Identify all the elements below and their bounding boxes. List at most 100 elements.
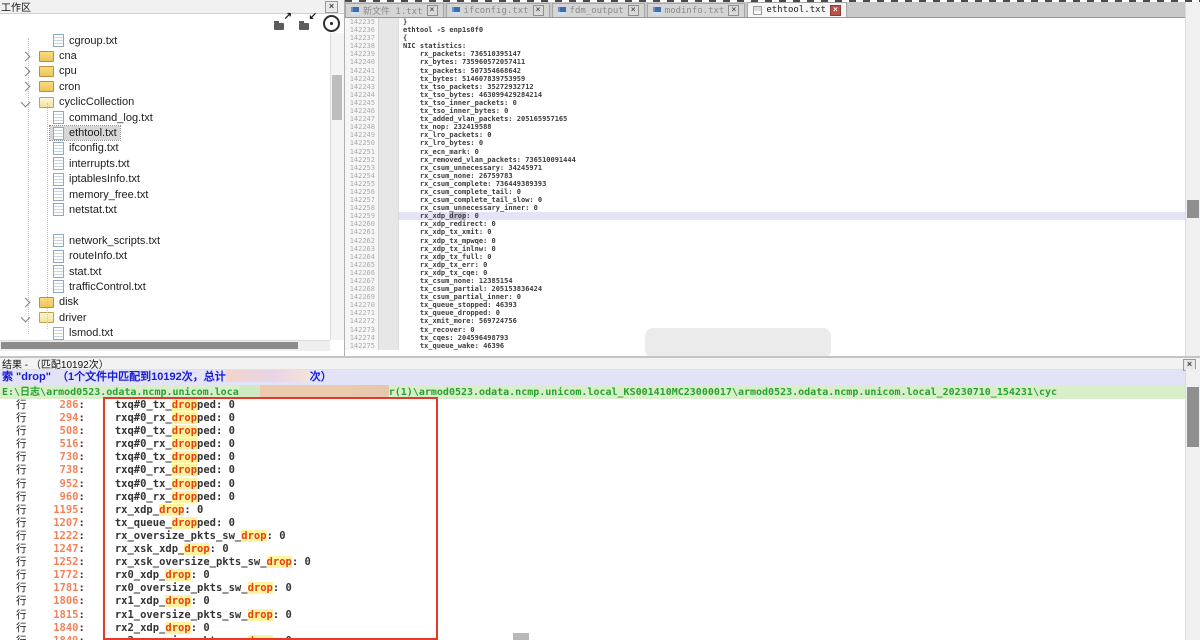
editor-tab[interactable]: ifconfig.txt× <box>446 3 550 17</box>
result-row[interactable]: 行738:rxq#0_rx_dropped: 0 <box>0 464 1184 477</box>
tree-item-cpu[interactable]: cpu <box>0 64 330 79</box>
editor-vertical-scrollbar[interactable] <box>1185 2 1200 356</box>
result-row[interactable]: 行960:rxq#0_rx_dropped: 0 <box>0 491 1184 504</box>
search-match-highlight: drop <box>172 517 197 529</box>
result-row[interactable]: 行730:txq#0_tx_dropped: 0 <box>0 451 1184 464</box>
tree-item-labelwrap: cron <box>36 80 83 94</box>
result-row[interactable]: 行1195:rx_xdp_drop: 0 <box>0 504 1184 517</box>
editor-line: 142249 rx_lro_packets: 0 <box>345 131 1186 139</box>
tree-item-cyclicCollection[interactable]: cyclicCollection <box>0 95 330 110</box>
bookmark-margin <box>378 204 399 212</box>
editor-tab[interactable]: ethtool.txt× <box>747 2 847 17</box>
result-row[interactable]: 行1840:rx2_xdp_drop: 0 <box>0 622 1184 635</box>
results-vertical-scrollbar-thumb[interactable] <box>1187 387 1199 447</box>
expand-all-icon[interactable]: ↗ <box>273 16 290 30</box>
tree-item-network_scripts.txt[interactable]: network_scripts.txt <box>0 233 330 248</box>
line-number: 142245 <box>345 99 378 107</box>
tree-vertical-scrollbar[interactable] <box>330 33 344 340</box>
result-text: rx_xsk_oversize_pkts_sw_drop: 0 <box>115 556 311 569</box>
tree-item-cron[interactable]: cron <box>0 79 330 94</box>
tree-item-label: ifconfig.txt <box>69 142 119 154</box>
result-row[interactable]: 行516:rxq#0_rx_dropped: 0 <box>0 438 1184 451</box>
tree-item-iptablesInfo.txt[interactable]: iptablesInfo.txt <box>0 172 330 187</box>
tree-item-disk[interactable]: disk <box>0 295 330 310</box>
bookmark-margin <box>378 18 399 26</box>
editor-line: 142244 tx_tso_bytes: 463099429284214 <box>345 91 1186 99</box>
editor-tab[interactable]: modinfo.txt× <box>647 3 746 17</box>
result-row[interactable]: 行1207:tx_queue_dropped: 0 <box>0 517 1184 530</box>
result-row[interactable]: 行1247:rx_xsk_xdp_drop: 0 <box>0 543 1184 556</box>
tree-item-trafficControl.txt[interactable]: trafficControl.txt <box>0 279 330 294</box>
result-colon: : <box>79 595 85 608</box>
tree-item-labelwrap: ethtool.txt <box>50 126 120 140</box>
editor-text-area[interactable]: 142235}142236ethtool -S enp1s0f0142237{1… <box>345 18 1186 356</box>
tree-item-label: driver <box>59 312 87 324</box>
bookmark-margin <box>378 309 399 317</box>
tree-item-interrupts.txt[interactable]: interrupts.txt <box>0 156 330 171</box>
line-number: 142257 <box>345 196 378 204</box>
result-row[interactable]: 行1815:rx1_oversize_pkts_sw_drop: 0 <box>0 609 1184 622</box>
editor-line: 142266 rx_xdp_tx_cqe: 0 <box>345 269 1186 277</box>
tree-item-stat.txt[interactable]: stat.txt <box>0 264 330 279</box>
result-row[interactable]: 行1849:rx2_oversize_pkts_sw_drop: 0 <box>0 635 1184 640</box>
line-text: rx_xdp_tx_cqe: 0 <box>399 269 1186 277</box>
tree-horizontal-scrollbar[interactable] <box>0 340 330 351</box>
tab-close-icon[interactable]: × <box>628 5 639 16</box>
tab-close-icon[interactable]: × <box>427 5 438 16</box>
result-file-path-row[interactable]: E:\日志\armod0523.odata.ncmp.unicom.locar(… <box>0 385 1186 399</box>
line-text: tx_nop: 232419588 <box>399 123 1186 131</box>
line-text: { <box>399 34 1186 42</box>
result-row[interactable]: 行294:rxq#0_rx_dropped: 0 <box>0 412 1184 425</box>
tree-item-memory_free.txt[interactable]: memory_free.txt <box>0 187 330 202</box>
workspace-titlebar: 工作区 × <box>0 0 344 14</box>
result-row[interactable]: 行286:txq#0_tx_dropped: 0 <box>0 399 1184 412</box>
line-text: rx_xdp_drop: 0 <box>399 212 1186 220</box>
editor-vertical-scrollbar-thumb[interactable] <box>1187 200 1199 218</box>
line-number: 142252 <box>345 156 378 164</box>
tree-item-cna[interactable]: cna <box>0 48 330 63</box>
result-row[interactable]: 行952:txq#0_tx_dropped: 0 <box>0 478 1184 491</box>
editor-tab[interactable]: 新文件 1.txt× <box>345 3 444 17</box>
workspace-close-icon[interactable]: × <box>325 1 338 13</box>
result-row[interactable]: 行1222:rx_oversize_pkts_sw_drop: 0 <box>0 530 1184 543</box>
collapse-all-icon[interactable]: ↙ <box>298 16 315 30</box>
result-row[interactable]: 行1772:rx0_xdp_drop: 0 <box>0 569 1184 582</box>
tab-close-icon[interactable]: × <box>533 5 544 16</box>
folder-icon <box>39 51 54 62</box>
search-match-highlight: drop <box>165 595 190 607</box>
tab-close-icon[interactable]: × <box>830 5 841 16</box>
tree-item-labelwrap: driver <box>36 311 90 325</box>
line-text: tx_csum_none: 12385154 <box>399 277 1186 285</box>
tree-item-routeInfo.txt[interactable]: routeInfo.txt <box>0 248 330 263</box>
locate-file-icon[interactable] <box>323 15 340 32</box>
tree-vertical-scrollbar-thumb[interactable] <box>332 75 342 120</box>
result-file-path-prefix: E:\日志\armod0523.odata.ncmp.unicom.loca <box>2 387 239 398</box>
tab-close-icon[interactable]: × <box>728 5 739 16</box>
tree-horizontal-scrollbar-thumb[interactable] <box>1 342 298 349</box>
tree-item-command_log.txt[interactable]: command_log.txt <box>0 110 330 125</box>
result-row[interactable]: 行1781:rx0_oversize_pkts_sw_drop: 0 <box>0 582 1184 595</box>
result-row[interactable]: 行1806:rx1_xdp_drop: 0 <box>0 595 1184 608</box>
results-vertical-scrollbar[interactable] <box>1185 369 1200 640</box>
line-number: 142273 <box>345 326 378 334</box>
tree-item-netstat.txt[interactable]: netstat.txt <box>0 202 330 217</box>
floppy-disk-icon <box>753 6 762 15</box>
result-row[interactable]: 行508:txq#0_tx_dropped: 0 <box>0 425 1184 438</box>
result-row[interactable]: 行1252:rx_xsk_oversize_pkts_sw_drop: 0 <box>0 556 1184 569</box>
search-summary-row[interactable]: 索 "drop" （1个文件中匹配到10192次，总计次） <box>0 370 1186 385</box>
bookmark-margin <box>378 123 399 131</box>
line-number: 142270 <box>345 301 378 309</box>
tree-item-redacted[interactable] <box>0 218 330 233</box>
editor-line: 142262 rx_xdp_tx_mpwqe: 0 <box>345 237 1186 245</box>
tree-item-cgroup.txt[interactable]: cgroup.txt <box>0 33 330 48</box>
tree-item-ifconfig.txt[interactable]: ifconfig.txt <box>0 141 330 156</box>
tree-item-ethtool.txt[interactable]: ethtool.txt <box>0 125 330 140</box>
result-colon: : <box>79 491 85 504</box>
result-text: rxq#0_rx_dropped: 0 <box>115 464 235 477</box>
result-colon: : <box>79 412 85 425</box>
editor-line: 142265 rx_xdp_tx_err: 0 <box>345 261 1186 269</box>
editor-tab[interactable]: fdm_output× <box>552 3 645 17</box>
bookmark-margin <box>378 75 399 83</box>
tree-item-driver[interactable]: driver <box>0 310 330 325</box>
tree-item-lsmod.txt[interactable]: lsmod.txt <box>0 325 330 340</box>
